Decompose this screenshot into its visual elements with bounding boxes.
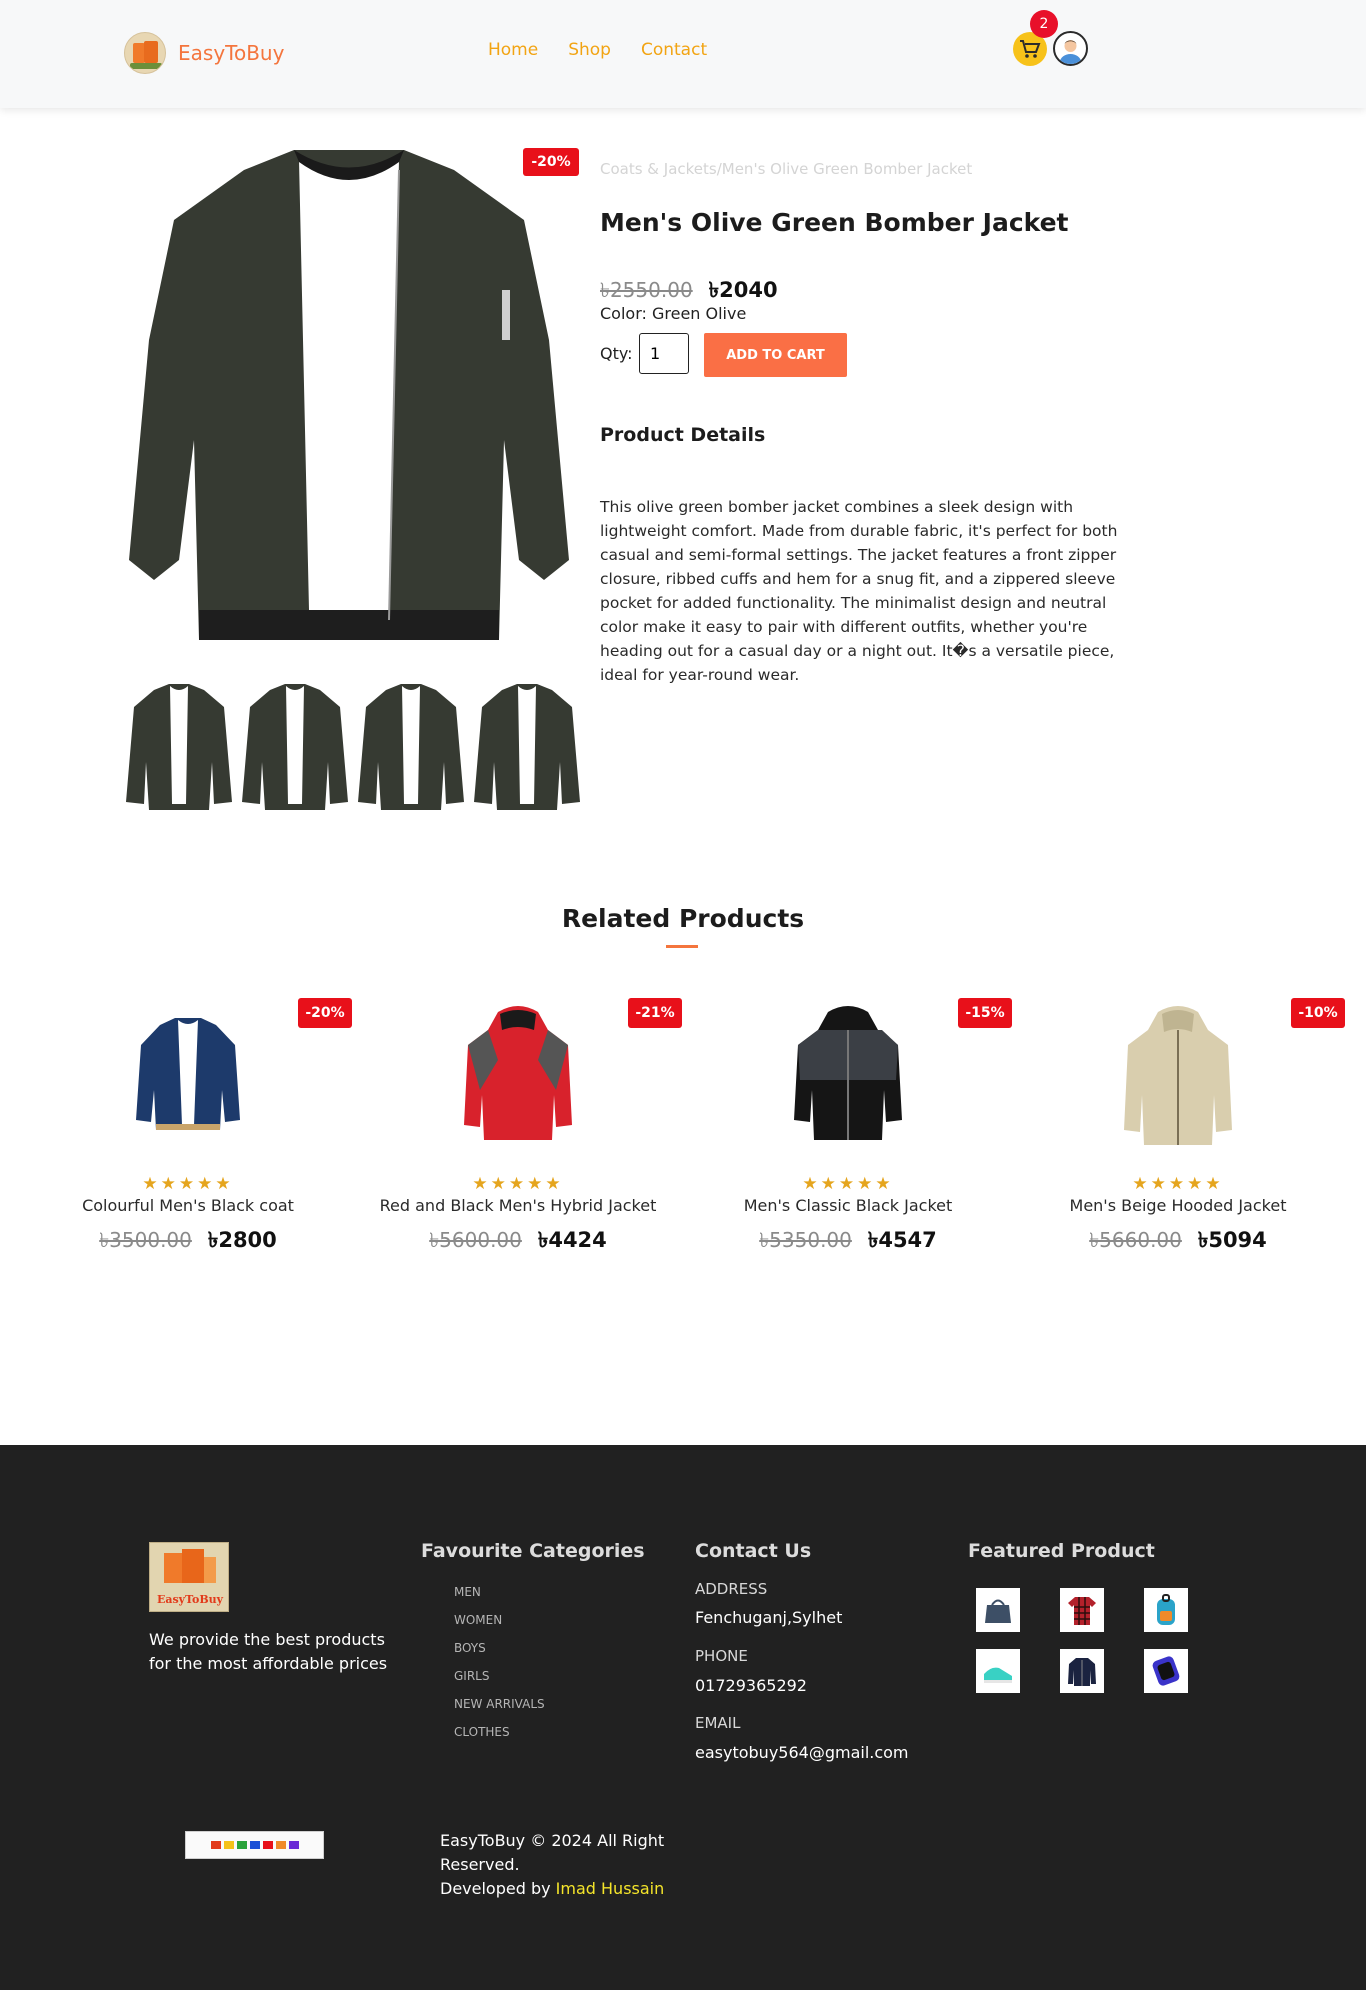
footer-contact-heading: Contact Us [695, 1540, 812, 1562]
product-details-heading: Product Details [600, 424, 766, 446]
site-footer [0, 1445, 1366, 1990]
related-product-image[interactable] [780, 1000, 916, 1150]
related-product-price: ৳5660.00 ৳5094 [1013, 1224, 1343, 1259]
payment-methods-image [185, 1831, 324, 1859]
related-product-card[interactable]: -10% ★★★★★ Men's Beige Hooded Jacket ৳56… [1013, 990, 1345, 1260]
featured-product-smartwatch[interactable] [1144, 1649, 1188, 1693]
old-price: ৳5350.00 [759, 1228, 852, 1252]
quantity-label: Qty: [600, 344, 633, 363]
product-main-image [124, 140, 576, 676]
product-title: Men's Olive Green Bomber Jacket [600, 208, 1069, 237]
related-product-name[interactable]: Red and Black Men's Hybrid Jacket [353, 1196, 683, 1215]
address-value: Fenchuganj,Sylhet [695, 1608, 843, 1627]
footer-logo-text: EasyToBuy [156, 1593, 224, 1606]
footer-featured-heading: Featured Product [968, 1540, 1155, 1562]
product-thumbnail[interactable] [124, 682, 234, 812]
quantity-input[interactable] [639, 333, 689, 374]
related-product-price: ৳3500.00 ৳2800 [23, 1224, 353, 1259]
related-product-image[interactable] [1110, 1000, 1246, 1150]
email-value[interactable]: easytobuy564@gmail.com [695, 1743, 909, 1762]
developed-by-label: Developed by [440, 1879, 551, 1898]
footer-category-link[interactable]: BOYS [454, 1640, 545, 1668]
product-color: Color: Green Olive [600, 304, 747, 323]
heading-underline [666, 945, 698, 948]
new-price: ৳4424 [537, 1228, 607, 1252]
related-product-card[interactable]: -21% ★★★★★ Red and Black Men's Hybrid Ja… [353, 990, 683, 1260]
address-label: ADDRESS [695, 1580, 768, 1598]
footer-category-link[interactable]: CLOTHES [454, 1724, 545, 1752]
phone-value[interactable]: 01729365292 [695, 1676, 807, 1695]
discount-badge: -20% [298, 998, 352, 1028]
related-product-price: ৳5600.00 ৳4424 [353, 1224, 683, 1259]
footer-logo: EasyToBuy [149, 1542, 229, 1612]
related-product-name[interactable]: Men's Beige Hooded Jacket [1013, 1196, 1343, 1215]
phone-label: PHONE [695, 1647, 748, 1665]
email-label: EMAIL [695, 1714, 741, 1732]
related-product-name[interactable]: Men's Classic Black Jacket [683, 1196, 1013, 1215]
product-thumbnails [124, 682, 582, 812]
discount-badge: -21% [628, 998, 682, 1028]
footer-categories-list: MEN WOMEN BOYS GIRLS NEW ARRIVALS CLOTHE… [454, 1584, 545, 1752]
related-product-name[interactable]: Colourful Men's Black coat [23, 1196, 353, 1215]
related-product-image[interactable] [120, 1000, 256, 1150]
brand-logo-link[interactable]: EasyToBuy [124, 32, 284, 74]
old-price: ৳3500.00 [99, 1228, 192, 1252]
new-price: ৳4547 [867, 1228, 937, 1252]
main-nav: Home Shop Contact [488, 40, 707, 60]
featured-product-handbag[interactable] [976, 1588, 1020, 1632]
add-to-cart-button[interactable]: ADD TO CART [704, 333, 847, 377]
related-product-image[interactable] [450, 1000, 586, 1150]
old-price: ৳5660.00 [1089, 1228, 1182, 1252]
featured-product-backpack[interactable] [1144, 1588, 1188, 1632]
related-product-price: ৳5350.00 ৳4547 [683, 1224, 1013, 1259]
new-price: ৳2800 [207, 1228, 277, 1252]
nav-contact[interactable]: Contact [641, 40, 707, 60]
footer-category-link[interactable]: GIRLS [454, 1668, 545, 1696]
copyright-text: EasyToBuy © 2024 All Right Reserved. [440, 1831, 665, 1874]
footer-categories-heading: Favourite Categories [421, 1540, 645, 1562]
related-product-card[interactable]: -20% ★★★★★ Colourful Men's Black coat ৳3… [23, 990, 353, 1260]
user-avatar-icon[interactable] [1053, 31, 1088, 66]
nav-home[interactable]: Home [488, 40, 538, 60]
product-thumbnail[interactable] [240, 682, 350, 812]
rating-stars: ★★★★★ [472, 1174, 564, 1194]
copyright-notice: EasyToBuy © 2024 All Right Reserved. Dev… [440, 1829, 690, 1901]
related-products-heading: Related Products [561, 904, 805, 933]
product-description: This olive green bomber jacket combines … [600, 498, 1118, 684]
footer-tagline: We provide the best products for the mos… [149, 1630, 388, 1673]
brand-name: EasyToBuy [178, 41, 285, 65]
product-discount-badge: -20% [523, 148, 579, 176]
related-product-card[interactable]: -15% ★★★★★ Men's Classic Black Jacket ৳5… [683, 990, 1013, 1260]
rating-stars: ★★★★★ [142, 1174, 234, 1194]
featured-products-grid [976, 1588, 1188, 1693]
product-thumbnail[interactable] [472, 682, 582, 812]
cart-count-badge: 2 [1030, 10, 1058, 38]
featured-product-jacket[interactable] [1060, 1649, 1104, 1693]
discount-badge: -10% [1291, 998, 1345, 1028]
new-price: ৳5094 [1197, 1228, 1267, 1252]
brand-logo-icon [124, 32, 166, 74]
breadcrumb[interactable]: Coats & Jackets/Men's Olive Green Bomber… [600, 160, 972, 178]
site-header: EasyToBuy Home Shop Contact 2 [0, 0, 1366, 108]
rating-stars: ★★★★★ [802, 1174, 894, 1194]
rating-stars: ★★★★★ [1132, 1174, 1224, 1194]
featured-product-sneaker[interactable] [976, 1649, 1020, 1693]
footer-category-link[interactable]: WOMEN [454, 1612, 545, 1640]
nav-shop[interactable]: Shop [568, 40, 611, 60]
featured-product-shirt[interactable] [1060, 1588, 1104, 1632]
developer-link[interactable]: Imad Hussain [556, 1879, 665, 1898]
product-thumbnail[interactable] [356, 682, 466, 812]
discount-badge: -15% [958, 998, 1012, 1028]
footer-category-link[interactable]: MEN [454, 1584, 545, 1612]
footer-category-link[interactable]: NEW ARRIVALS [454, 1696, 545, 1724]
old-price: ৳5600.00 [429, 1228, 522, 1252]
